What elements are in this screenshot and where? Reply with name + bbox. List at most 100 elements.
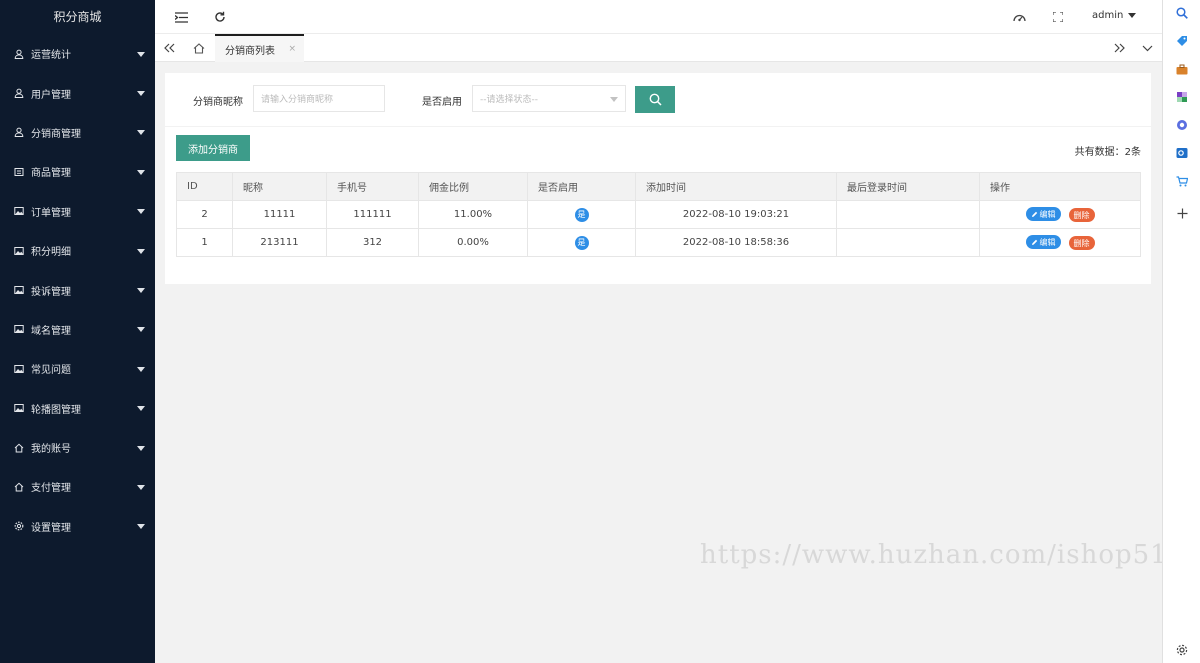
table-row: 2 11111 111111 11.00% 是 2022-08-10 19:03:21 编辑… (176, 200, 1141, 229)
image-icon (14, 324, 24, 334)
sidebar-item-7[interactable]: 域名管理 (0, 310, 155, 349)
menu-toggle-icon[interactable] (173, 9, 189, 25)
chevron-down-icon (137, 327, 145, 333)
sidebar-item-label: 支付管理 (31, 483, 71, 495)
sidebar-item-6[interactable]: 投诉管理 (0, 270, 155, 309)
chevron-down-icon (137, 366, 145, 372)
sidebar-item-3[interactable]: 商品管理 (0, 152, 155, 191)
cell-actions: 编辑 删除 (979, 200, 1141, 229)
column-header: 是否启用 (527, 172, 636, 201)
column-header: 添加时间 (635, 172, 837, 201)
home-icon (14, 482, 24, 492)
sidebar-item-label: 运营统计 (31, 50, 71, 62)
enabled-select[interactable]: --请选择状态-- (472, 85, 626, 112)
image-icon (14, 364, 24, 374)
home-icon (14, 443, 24, 453)
cell-enabled: 是 (527, 200, 636, 229)
cell-added: 2022-08-10 18:58:36 (635, 228, 837, 257)
fullscreen-icon[interactable] (1050, 9, 1066, 25)
image-icon (14, 206, 24, 216)
tab-prev-icon[interactable] (161, 40, 177, 56)
sidebar-item-5[interactable]: 积分明细 (0, 231, 155, 270)
cell-last-login (836, 200, 980, 229)
shopping-icon[interactable] (1175, 174, 1189, 188)
tab-distributor-list[interactable]: 分销商列表 × (215, 34, 304, 62)
add-icon[interactable] (1175, 206, 1189, 220)
pencil-icon (1031, 239, 1037, 245)
cell-actions: 编辑 删除 (979, 228, 1141, 257)
sidebar-item-9[interactable]: 轮播图管理 (0, 389, 155, 428)
nickname-input[interactable]: 请输入分销商昵称 (253, 85, 385, 112)
top-header: admin (155, 0, 1162, 34)
home-icon[interactable] (191, 40, 207, 56)
enabled-badge[interactable]: 是 (574, 235, 589, 250)
sidebar-item-label: 投诉管理 (31, 286, 71, 298)
watermark: https://www.huzhan.com/ishop51604 (700, 540, 1162, 570)
theme-icon[interactable] (1011, 9, 1027, 25)
delete-button[interactable]: 删除 (1068, 208, 1095, 222)
delete-button[interactable]: 删除 (1068, 236, 1095, 250)
user-icon (14, 88, 24, 99)
cell-last-login (836, 228, 980, 257)
total-count: 共有数据：2条 (1074, 147, 1141, 158)
enabled-select-value: --请选择状态-- (480, 95, 538, 105)
cell-nickname: 11111 (232, 200, 327, 229)
cell-nickname: 213111 (232, 228, 327, 257)
edit-button[interactable]: 编辑 (1025, 207, 1061, 221)
chevron-down-icon (137, 51, 145, 57)
cell-added: 2022-08-10 19:03:21 (635, 200, 837, 229)
cell-enabled: 是 (527, 228, 636, 257)
chevron-down-icon (137, 169, 145, 175)
refresh-icon[interactable] (212, 9, 228, 25)
chevron-down-icon (137, 248, 145, 254)
tab-label: 分销商列表 (225, 45, 275, 57)
sidebar-item-0[interactable]: 运营统计 (0, 34, 155, 73)
sidebar-item-10[interactable]: 我的账号 (0, 428, 155, 467)
tab-close-icon[interactable]: × (288, 44, 296, 54)
sidebar-item-label: 常见问题 (31, 365, 71, 377)
cell-id: 2 (176, 200, 233, 229)
sidebar-item-label: 设置管理 (31, 522, 71, 534)
username: admin (1092, 10, 1124, 21)
sidebar-item-label: 我的账号 (31, 444, 71, 456)
sidebar-item-label: 积分明细 (31, 247, 71, 259)
sidebar-item-8[interactable]: 常见问题 (0, 349, 155, 388)
search-icon[interactable] (1175, 6, 1189, 20)
main-card: 分销商昵称 请输入分销商昵称 是否启用 --请选择状态-- 添加分销商 共有数据… (165, 73, 1151, 284)
sidebar-item-4[interactable]: 订单管理 (0, 192, 155, 231)
sidebar-item-2[interactable]: 分销商管理 (0, 113, 155, 152)
sidebar-item-12[interactable]: 设置管理 (0, 507, 155, 546)
chess-icon[interactable] (1175, 90, 1189, 104)
user-menu[interactable]: admin (1092, 10, 1137, 21)
chevron-down-icon (137, 91, 145, 97)
user-icon (14, 49, 24, 59)
chevron-down-icon (137, 209, 145, 215)
sidebar-item-1[interactable]: 用户管理 (0, 73, 155, 112)
tab-bar: 分销商列表 × (155, 34, 1162, 62)
chevron-down-icon (137, 130, 145, 136)
copilot-icon[interactable] (1175, 118, 1189, 132)
sidebar-item-11[interactable]: 支付管理 (0, 467, 155, 506)
tab-menu-icon[interactable] (1139, 40, 1155, 56)
edit-label: 编辑 (1039, 237, 1056, 247)
column-header: 佣金比例 (418, 172, 528, 201)
briefcase-icon[interactable] (1175, 62, 1189, 76)
tag-icon[interactable] (1175, 34, 1189, 48)
add-distributor-button[interactable]: 添加分销商 (176, 135, 250, 161)
column-header: 昵称 (232, 172, 327, 201)
outlook-icon[interactable] (1175, 146, 1189, 160)
chevron-down-icon (137, 406, 145, 412)
gear-icon[interactable] (1175, 643, 1189, 657)
cell-rate: 0.00% (418, 228, 528, 257)
cell-phone: 312 (326, 228, 419, 257)
table-row: 1 213111 312 0.00% 是 2022-08-10 18:58:36 编辑 删除 (176, 228, 1141, 257)
gear-icon (14, 521, 24, 531)
column-header: 操作 (979, 172, 1141, 201)
chevron-down-icon (137, 445, 145, 451)
image-icon (14, 403, 24, 413)
edit-button[interactable]: 编辑 (1025, 235, 1061, 249)
table-header: ID 昵称 手机号 佣金比例 是否启用 添加时间 最后登录时间 操作 (176, 172, 1141, 201)
enabled-badge[interactable]: 是 (574, 207, 589, 222)
search-button[interactable] (635, 86, 675, 113)
tab-next-icon[interactable] (1111, 40, 1127, 56)
